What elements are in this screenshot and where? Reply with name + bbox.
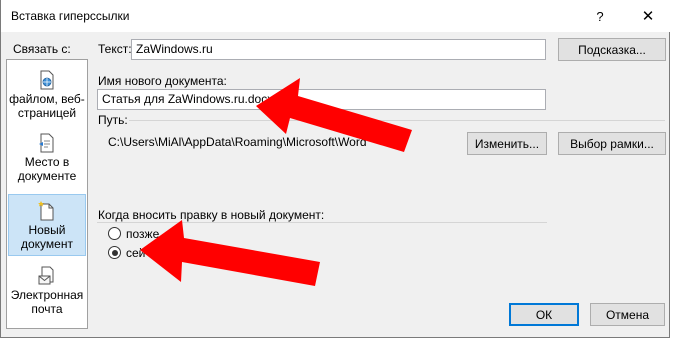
edit-now-label: сейчас [126,246,165,260]
close-icon: ✕ [641,8,655,25]
link-with-label: Связать с: [13,42,71,56]
cancel-button[interactable]: Отмена [590,303,665,326]
link-with-panel: файлом, веб- страницей Место в документе… [6,59,88,329]
edit-now-radio[interactable] [108,246,121,259]
insert-hyperlink-dialog: Вставка гиперссылки ? ✕ Связать с: файло… [0,0,670,338]
background-strip [670,0,675,338]
edit-later-label: позже [126,227,160,241]
new-document-name-label: Имя нового документа: [98,74,227,88]
new-document-name-input[interactable]: Статья для ZaWindows.ru.docx [97,89,546,110]
link-target-label: страницей [17,106,77,120]
text-field-label: Текст: [98,42,132,56]
link-target-email[interactable]: Электронная почта [8,266,86,318]
select-frame-button[interactable]: Выбор рамки... [558,132,666,155]
edit-when-label: Когда вносить правку в новый документ: [98,208,325,222]
screentip-button[interactable]: Подсказка... [558,38,666,61]
edit-when-separator [97,222,547,223]
change-path-button[interactable]: Изменить... [467,132,547,155]
edit-later-radio[interactable] [108,227,121,240]
path-separator [129,120,665,121]
link-target-new-document[interactable]: Новый документ [8,194,86,256]
path-label: Путь: [98,113,128,127]
link-target-existing-file[interactable]: файлом, веб- страницей [8,70,86,122]
title-bar: Вставка гиперссылки ? ✕ [1,0,670,32]
web-page-icon [40,70,54,90]
link-target-label: Новый [28,223,66,237]
dialog-title: Вставка гиперссылки [11,9,130,23]
help-button[interactable]: ? [583,0,617,32]
place-in-document-icon [39,133,54,153]
link-target-label: Электронная [10,288,84,302]
link-target-label: почта [31,302,63,316]
path-value: C:\Users\MiAl\AppData\Roaming\Microsoft\… [108,135,366,149]
link-target-place-in-document[interactable]: Место в документе [8,133,86,185]
email-icon [38,266,54,285]
new-document-icon [38,201,54,221]
link-target-label: файлом, веб- [9,92,85,106]
link-target-label: Место в [24,155,70,169]
link-target-label: документе [17,169,77,183]
display-text-input[interactable]: ZaWindows.ru [131,39,546,60]
ok-button[interactable]: ОК [509,303,579,326]
link-target-label: документ [21,237,73,251]
close-button[interactable]: ✕ [631,0,665,32]
